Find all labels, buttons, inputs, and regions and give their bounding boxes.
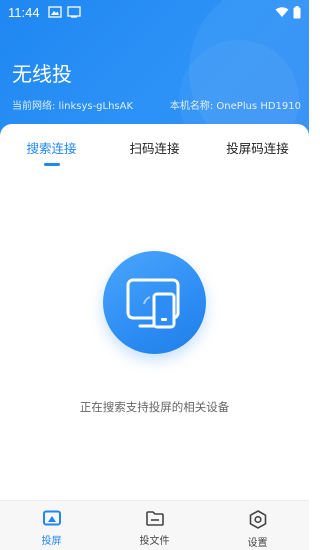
image-icon — [47, 6, 62, 18]
nav-label: 设置 — [247, 538, 268, 549]
tab-code-connect[interactable]: 投屏码连接 — [206, 124, 309, 166]
header: 11:44 无线投 当前网络: linksys-gLhsAK 本机名称: One… — [0, 0, 309, 140]
status-bar: 11:44 — [0, 0, 309, 24]
nav-settings[interactable]: 设置 — [206, 501, 309, 550]
nav-label: 投文件 — [139, 536, 170, 547]
tab-label: 投屏码连接 — [226, 141, 289, 156]
tab-search-connect[interactable]: 搜索连接 — [0, 124, 103, 166]
wifi-icon — [275, 6, 289, 17]
cast-icon — [66, 6, 81, 18]
screen-cast-device-icon — [126, 278, 180, 329]
bottom-navigation: 投屏 投文件 设置 — [0, 500, 309, 550]
network-label: 当前网络: linksys-gLhsAK — [12, 101, 134, 112]
tab-indicator — [43, 163, 60, 166]
cast-screen-icon — [42, 510, 61, 526]
device-name-label: 本机名称: OnePlus HD1910 — [169, 101, 301, 112]
tab-label: 搜索连接 — [26, 141, 77, 156]
nav-cast[interactable]: 投屏 — [0, 501, 103, 550]
settings-icon — [249, 510, 266, 529]
status-time: 11:44 — [8, 4, 40, 20]
search-status-text: 正在搜索支持投屏的相关设备 — [79, 400, 230, 414]
tab-label: 扫码连接 — [129, 141, 180, 156]
connection-tabs: 搜索连接 扫码连接 投屏码连接 — [0, 124, 309, 166]
tab-scan-connect[interactable]: 扫码连接 — [103, 124, 206, 166]
app-title: 无线投 — [12, 62, 72, 86]
nav-label: 投屏 — [41, 536, 62, 547]
connection-info: 当前网络: linksys-gLhsAK 本机名称: OnePlus HD191… — [12, 97, 301, 112]
nav-send-file[interactable]: 投文件 — [103, 501, 206, 550]
battery-icon — [293, 5, 301, 18]
searching-animation — [103, 251, 206, 354]
folder-icon — [145, 511, 164, 526]
